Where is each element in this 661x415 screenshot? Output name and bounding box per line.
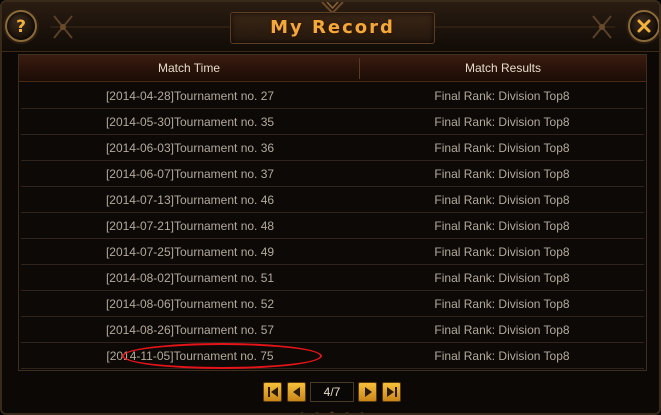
record-table: Match Time Match Results [2014-04-28]Tou… bbox=[18, 54, 647, 371]
match-result-cell: Final Rank: Division Top8 bbox=[434, 245, 570, 259]
help-button[interactable]: ? bbox=[5, 10, 37, 42]
match-time-cell: [2014-08-02]Tournament no. 51 bbox=[105, 271, 275, 285]
match-result-cell: Final Rank: Division Top8 bbox=[434, 141, 570, 155]
table-row: [2014-06-03]Tournament no. 36 Final Rank… bbox=[21, 135, 644, 161]
match-result-cell: Final Rank: Division Top8 bbox=[434, 193, 570, 207]
column-header-match-results: Match Results bbox=[464, 61, 542, 75]
match-time-cell: [2014-07-25]Tournament no. 49 bbox=[105, 245, 275, 259]
match-time-cell: [2014-06-07]Tournament no. 37 bbox=[105, 167, 275, 181]
table-row: [2014-07-13]Tournament no. 46 Final Rank… bbox=[21, 187, 644, 213]
last-page-button[interactable] bbox=[382, 382, 401, 402]
match-result-cell: Final Rank: Division Top8 bbox=[434, 323, 570, 337]
table-row: [2014-05-30]Tournament no. 35 Final Rank… bbox=[21, 109, 644, 135]
match-result-cell: Final Rank: Division Top8 bbox=[434, 271, 570, 285]
table-row: [2014-07-25]Tournament no. 49 Final Rank… bbox=[21, 239, 644, 265]
table-row: [2014-08-06]Tournament no. 52 Final Rank… bbox=[21, 291, 644, 317]
window-title: My Record bbox=[270, 17, 395, 38]
table-row: [2014-08-26]Tournament no. 57 Final Rank… bbox=[21, 317, 644, 343]
question-mark-icon: ? bbox=[16, 17, 26, 36]
pagination: 4/7 bbox=[263, 382, 403, 404]
match-time-cell: [2014-04-28]Tournament no. 27 bbox=[105, 89, 275, 103]
match-time-cell: [2014-07-21]Tournament no. 48 bbox=[105, 219, 275, 233]
close-icon bbox=[637, 19, 651, 33]
svg-text:?: ? bbox=[16, 17, 26, 36]
bottom-ornament-icon bbox=[300, 411, 364, 413]
my-record-window: My Record ? Match Time Match Results [20… bbox=[0, 0, 661, 415]
table-row: [2014-04-28]Tournament no. 27 Final Rank… bbox=[21, 83, 644, 109]
match-result-cell: Final Rank: Division Top8 bbox=[434, 349, 570, 363]
table-row: [2014-06-07]Tournament no. 37 Final Rank… bbox=[21, 161, 644, 187]
prev-page-button[interactable] bbox=[287, 382, 306, 402]
close-button[interactable] bbox=[628, 10, 659, 42]
match-result-cell: Final Rank: Division Top8 bbox=[434, 167, 570, 181]
first-page-button[interactable] bbox=[263, 382, 282, 402]
title-bar: My Record ? bbox=[2, 2, 659, 52]
last-page-icon bbox=[386, 387, 397, 397]
next-page-icon bbox=[364, 387, 372, 397]
match-time-cell: [2014-11-05]Tournament no. 75 bbox=[106, 349, 274, 363]
table-row: [2014-07-21]Tournament no. 48 Final Rank… bbox=[21, 213, 644, 239]
match-time-cell: [2014-05-30]Tournament no. 35 bbox=[105, 115, 275, 129]
match-result-cell: Final Rank: Division Top8 bbox=[434, 297, 570, 311]
first-page-icon bbox=[267, 387, 278, 397]
match-time-cell: [2014-06-03]Tournament no. 36 bbox=[105, 141, 275, 155]
next-page-button[interactable] bbox=[358, 382, 377, 402]
table-row: [2014-08-02]Tournament no. 51 Final Rank… bbox=[21, 265, 644, 291]
column-header-match-time: Match Time bbox=[157, 61, 220, 75]
title-ornament-right-icon bbox=[435, 15, 615, 39]
title-ornament-left-icon bbox=[50, 15, 230, 39]
table-header: Match Time Match Results bbox=[19, 55, 646, 82]
match-time-cell: [2014-07-13]Tournament no. 46 bbox=[105, 193, 275, 207]
page-indicator: 4/7 bbox=[310, 382, 354, 402]
match-time-cell: [2014-08-06]Tournament no. 52 bbox=[105, 297, 275, 311]
match-result-cell: Final Rank: Division Top8 bbox=[434, 89, 570, 103]
match-time-cell: [2014-08-26]Tournament no. 57 bbox=[105, 323, 275, 337]
prev-page-icon bbox=[292, 387, 300, 397]
match-result-cell: Final Rank: Division Top8 bbox=[434, 115, 570, 129]
table-row: [2014-11-05]Tournament no. 75 Final Rank… bbox=[21, 343, 644, 369]
match-result-cell: Final Rank: Division Top8 bbox=[434, 219, 570, 233]
